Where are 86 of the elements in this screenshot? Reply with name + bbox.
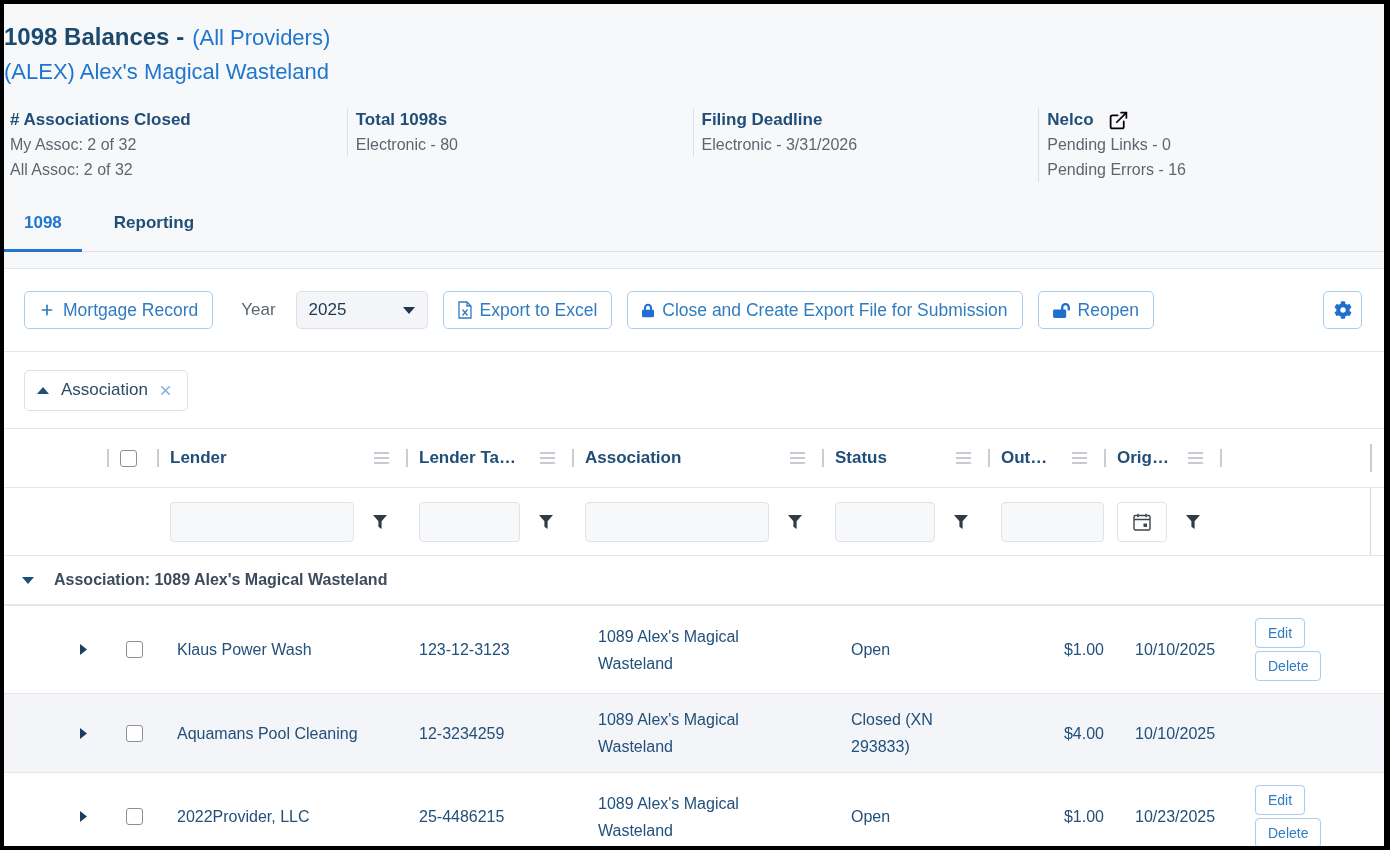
- date-cell: 10/23/2025: [1135, 808, 1216, 825]
- filter-icon[interactable]: [788, 514, 802, 529]
- stat-heading: Nelco: [1047, 109, 1094, 131]
- filter-icon[interactable]: [539, 514, 553, 529]
- page-title: 1098 Balances -: [4, 22, 185, 52]
- filter-input[interactable]: [835, 501, 935, 542]
- status-cell-text: Closed (XN 293833): [851, 710, 934, 757]
- stat-value: Electronic - 3/31/2026: [701, 135, 858, 155]
- group-label: Association: 1089 Alex's Magical Wasteland: [54, 570, 388, 590]
- column-header[interactable]: Association: [585, 445, 682, 471]
- lender-cell: Klaus Power Wash: [177, 641, 312, 658]
- column-header[interactable]: Status: [835, 445, 887, 471]
- tab[interactable]: 1098: [4, 197, 82, 252]
- excel-button[interactable]: Export to Excel: [442, 291, 613, 329]
- year-select[interactable]: 2025: [295, 291, 428, 329]
- amount-cell: $1.00: [1063, 641, 1104, 658]
- menu-icon[interactable]: [956, 452, 971, 464]
- expand-caret-icon[interactable]: [80, 811, 87, 822]
- stat-value: Pending Errors - 16: [1047, 160, 1186, 180]
- chip-label[interactable]: Association: [61, 377, 148, 403]
- lender-cell: Aquamans Pool Cleaning: [177, 724, 358, 742]
- lock-button[interactable]: Close and Create Export File for Submission: [627, 291, 1023, 329]
- stat-heading: Filing Deadline: [701, 109, 823, 131]
- tax-id-cell: 12-3234259: [419, 724, 505, 742]
- filter-icon[interactable]: [1186, 514, 1200, 529]
- status-cell-text: Open: [851, 807, 891, 827]
- tax-id-cell: 25-4486215: [419, 808, 505, 825]
- add-record-button[interactable]: Mortgage Record: [24, 291, 214, 329]
- association-cell-text: 1089 Alex's Magical Wasteland: [598, 710, 740, 757]
- stat-heading: Total 1098s: [355, 109, 448, 131]
- column-header[interactable]: Out…: [1001, 445, 1048, 471]
- file-x-icon: [457, 301, 472, 319]
- stat-value: Electronic - 80: [355, 135, 458, 155]
- column-header[interactable]: Lender: [170, 445, 227, 471]
- association-cell-text: 1089 Alex's Magical Wasteland: [598, 793, 740, 841]
- plus-icon: [39, 302, 55, 318]
- settings-icon: [1333, 301, 1352, 319]
- filter-input[interactable]: [585, 501, 769, 542]
- tax-id-cell: 123-12-3123: [419, 641, 510, 658]
- year-label: Year: [241, 299, 276, 322]
- select-all-checkbox[interactable]: [120, 449, 137, 467]
- date-cell: 10/10/2025: [1135, 641, 1216, 658]
- stat-heading: # Associations Closed: [10, 109, 191, 131]
- menu-icon[interactable]: [1072, 452, 1087, 464]
- association-cell-text: 1089 Alex's Magical Wasteland: [598, 626, 740, 674]
- row-checkbox[interactable]: [126, 808, 143, 825]
- column-header[interactable]: Lender Ta…: [419, 445, 516, 471]
- row-action-button[interactable]: Delete: [1255, 818, 1322, 846]
- menu-icon[interactable]: [1188, 452, 1203, 464]
- menu-icon[interactable]: [374, 452, 389, 464]
- date-picker-button[interactable]: [1117, 501, 1167, 542]
- filter-icon[interactable]: [954, 514, 968, 529]
- row-checkbox[interactable]: [126, 724, 143, 742]
- stat-value: All Assoc: 2 of 32: [10, 160, 133, 180]
- status-cell-text: Open: [851, 640, 891, 660]
- stat-value: Pending Links - 0: [1047, 135, 1171, 155]
- calendar-icon: [1133, 512, 1151, 531]
- row-action-button[interactable]: Edit: [1255, 618, 1306, 648]
- expand-caret-icon[interactable]: [80, 644, 87, 655]
- filter-icon[interactable]: [373, 514, 387, 529]
- caret-icon: [402, 306, 415, 314]
- column-header[interactable]: Orig…: [1117, 445, 1169, 471]
- date-cell: 10/10/2025: [1135, 724, 1216, 742]
- unlocked-icon: [1052, 302, 1070, 318]
- unlock-button[interactable]: Reopen: [1037, 291, 1154, 329]
- lender-cell: 2022Provider, LLC: [177, 808, 310, 825]
- lock-icon: [642, 302, 655, 318]
- stat-value: My Assoc: 2 of 32: [10, 135, 137, 155]
- tab[interactable]: Reporting: [93, 197, 215, 252]
- row-action-button[interactable]: Edit: [1255, 785, 1306, 815]
- filter-input[interactable]: [1001, 501, 1104, 542]
- providers-link[interactable]: (All Providers): [192, 23, 331, 53]
- filter-input[interactable]: [419, 501, 520, 542]
- sort-caret-icon[interactable]: [37, 386, 49, 394]
- settings-button[interactable]: [1323, 291, 1362, 329]
- amount-cell: $4.00: [1063, 724, 1104, 742]
- association-link[interactable]: (ALEX) Alex's Magical Wasteland: [4, 57, 329, 87]
- expand-caret-icon[interactable]: [80, 727, 87, 739]
- filter-input[interactable]: [170, 501, 354, 542]
- amount-cell: $1.00: [1063, 808, 1104, 825]
- external-link-icon[interactable]: [1107, 109, 1129, 131]
- row-checkbox[interactable]: [126, 641, 143, 658]
- expand-caret-icon[interactable]: [22, 576, 34, 584]
- menu-icon[interactable]: [540, 452, 555, 464]
- menu-icon[interactable]: [790, 452, 805, 464]
- row-action-button[interactable]: Delete: [1255, 651, 1322, 681]
